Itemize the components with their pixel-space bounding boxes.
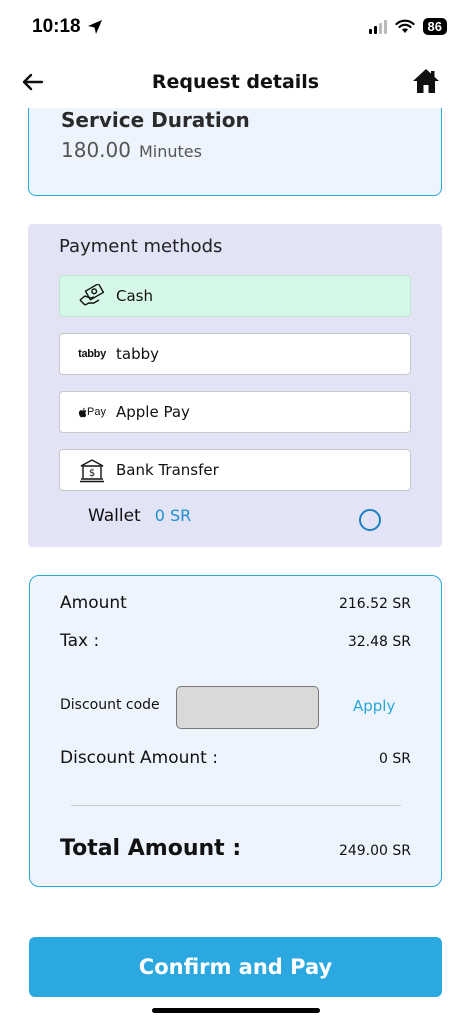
payment-option-cash[interactable]: Cash <box>59 275 411 317</box>
wallet-amount: 0 SR <box>154 506 192 525</box>
apple-pay-logo-text: Pay <box>87 406 106 418</box>
cellular-signal-icon <box>368 19 387 34</box>
tabby-logo-text: tabby <box>78 348 106 360</box>
page-title: Request details <box>151 71 320 93</box>
payment-methods-title: Payment methods <box>59 236 223 257</box>
svg-text:$: $ <box>89 468 95 479</box>
total-amount-label: Total Amount : <box>60 836 242 861</box>
service-duration-card: Service Duration 180.00 Minutes <box>28 108 442 196</box>
discount-code-label: Discount code <box>60 697 160 713</box>
payment-summary-card: Amount 216.52 SR Tax : 32.48 SR Discount… <box>29 575 442 887</box>
amount-label: Amount <box>60 593 127 613</box>
payment-option-tabby[interactable]: tabby tabby <box>59 333 411 375</box>
service-duration-number: 180.00 <box>61 138 131 162</box>
home-indicator <box>152 1008 320 1013</box>
arrow-left-icon <box>22 73 44 91</box>
discount-code-input[interactable] <box>176 686 319 729</box>
payment-option-label: Apple Pay <box>116 403 190 421</box>
wifi-icon <box>394 19 415 33</box>
service-duration-unit: Minutes <box>138 142 202 161</box>
payment-methods-card: Payment methods Cash tabby tabby Pay App… <box>28 224 442 547</box>
apple-pay-logo: Pay <box>72 406 112 418</box>
payment-option-label: Bank Transfer <box>116 461 219 479</box>
wallet-radio-button[interactable] <box>359 509 381 531</box>
wallet-row: Wallet 0 SR <box>88 506 191 526</box>
status-indicators: 86 <box>368 18 447 35</box>
status-time-text: 10:18 <box>32 16 81 37</box>
tax-label: Tax : <box>60 631 100 651</box>
discount-amount-value: 0 SR <box>379 751 411 767</box>
payment-option-apple-pay[interactable]: Pay Apple Pay <box>59 391 411 433</box>
battery-indicator: 86 <box>422 18 447 35</box>
tax-value: 32.48 SR <box>347 634 411 650</box>
cash-icon <box>72 284 112 308</box>
apply-discount-button[interactable]: Apply <box>353 697 395 715</box>
home-button[interactable] <box>411 66 441 96</box>
status-bar: 10:18 86 <box>0 0 471 56</box>
service-duration-title: Service Duration <box>61 108 250 132</box>
location-arrow-icon <box>87 20 102 34</box>
summary-divider <box>71 805 401 806</box>
bank-icon: $ <box>72 457 112 483</box>
discount-amount-label: Discount Amount : <box>60 748 218 768</box>
payment-option-label: Cash <box>116 287 153 305</box>
tabby-logo: tabby <box>72 348 112 360</box>
back-button[interactable] <box>20 69 46 95</box>
home-icon <box>413 69 439 93</box>
confirm-and-pay-button[interactable]: Confirm and Pay <box>29 937 442 997</box>
status-time: 10:18 <box>32 16 103 38</box>
payment-option-bank-transfer[interactable]: $ Bank Transfer <box>59 449 411 491</box>
page-header: Request details <box>0 56 471 108</box>
payment-option-label: tabby <box>116 345 159 363</box>
total-amount-value: 249.00 SR <box>338 843 411 859</box>
wallet-label: Wallet <box>88 506 141 526</box>
service-duration-value: 180.00 Minutes <box>61 138 202 162</box>
amount-value: 216.52 SR <box>338 596 411 612</box>
apple-icon <box>78 407 87 417</box>
